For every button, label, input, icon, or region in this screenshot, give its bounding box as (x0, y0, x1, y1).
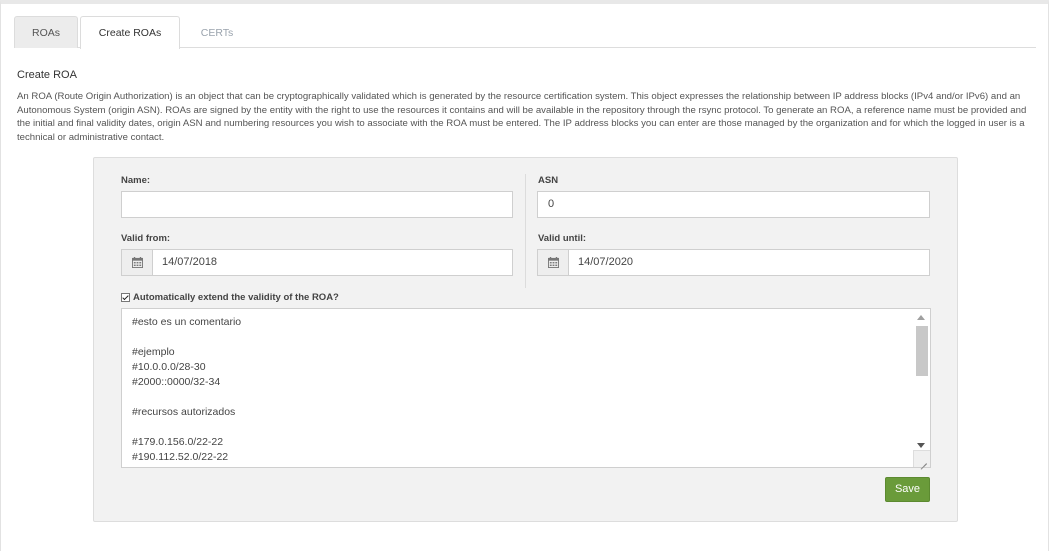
asn-input[interactable]: 0 (537, 191, 930, 218)
calendar-icon[interactable] (538, 250, 569, 275)
asn-label: ASN (538, 175, 559, 186)
column-divider (525, 174, 526, 288)
name-input[interactable] (121, 191, 513, 218)
resource-line (132, 330, 910, 345)
scroll-thumb[interactable] (916, 326, 928, 376)
tab-bar: ROAs Create ROAs CERTs (14, 16, 1036, 49)
save-button[interactable]: Save (885, 477, 930, 502)
valid-until-label: Valid until: (538, 233, 587, 244)
scroll-down-arrow-icon[interactable] (917, 443, 925, 448)
resource-line: #179.0.156.0/22-22 (132, 436, 224, 448)
calendar-icon (131, 257, 143, 268)
name-label: Name: (121, 175, 151, 186)
resource-line: #esto es un comentario (132, 316, 242, 328)
create-roa-form: Name: ASN 0 Valid from: 14/07/2018 Valid… (93, 157, 958, 522)
resource-line: #ejemplo (132, 346, 175, 358)
textarea-scrollbar[interactable] (913, 309, 930, 450)
resources-text: #esto es un comentario #ejemplo #10.0.0.… (132, 315, 910, 467)
valid-from-input[interactable]: 14/07/2018 (153, 250, 512, 275)
valid-until-input[interactable]: 14/07/2020 (569, 250, 929, 275)
valid-from-label: Valid from: (121, 233, 171, 244)
resize-handle-icon[interactable] (913, 450, 930, 467)
calendar-icon[interactable] (122, 250, 153, 275)
scroll-up-arrow-icon[interactable] (917, 315, 925, 320)
resource-line: #2000::0000/32-34 (132, 376, 221, 388)
valid-from-field[interactable]: 14/07/2018 (121, 249, 513, 276)
tab-certs[interactable]: CERTs (182, 16, 252, 48)
resource-line: #10.0.0.0/28-30 (132, 361, 206, 373)
resource-line: #recursos autorizados (132, 406, 236, 418)
resource-line: #190.112.52.0/22-22 (132, 451, 229, 463)
tab-roas[interactable]: ROAs (14, 16, 78, 48)
valid-until-field[interactable]: 14/07/2020 (537, 249, 930, 276)
section-title: Create ROA (17, 69, 77, 81)
page: ROAs Create ROAs CERTs Create ROA An ROA… (0, 0, 1049, 551)
calendar-icon (547, 257, 559, 268)
extend-validity-label: Automatically extend the validity of the… (133, 292, 339, 303)
extend-validity-row: Automatically extend the validity of the… (121, 292, 339, 303)
extend-validity-checkbox[interactable] (121, 293, 130, 302)
resources-textarea[interactable]: #esto es un comentario #ejemplo #10.0.0.… (121, 308, 931, 468)
resource-line (132, 420, 910, 435)
tab-create-roas[interactable]: Create ROAs (80, 16, 180, 49)
section-description: An ROA (Route Origin Authorization) is a… (17, 91, 1027, 143)
resource-line (132, 390, 910, 405)
